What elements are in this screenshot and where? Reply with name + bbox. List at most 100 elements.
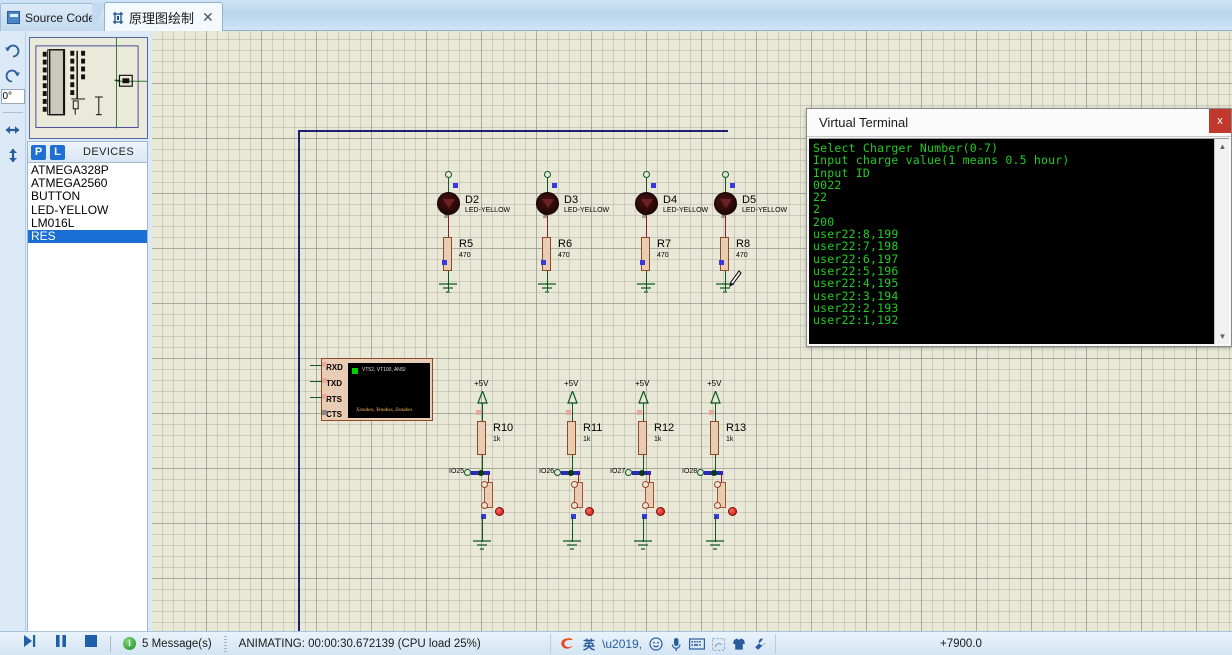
tab-schematic[interactable]: 原理图绘制 ✕ (104, 2, 223, 32)
message-status[interactable]: i 5 Message(s) (123, 637, 212, 650)
sogou-logo-icon[interactable] (559, 636, 576, 653)
terminal-pin-icon[interactable] (544, 171, 551, 178)
devices-list[interactable]: ATMEGA328P ATMEGA2560 BUTTON LED-YELLOW LM01… (27, 163, 148, 655)
voice-input-icon[interactable] (670, 637, 682, 652)
terminal-pin-icon[interactable] (643, 171, 650, 178)
handwriting-icon[interactable] (712, 637, 725, 651)
button-press-indicator[interactable] (728, 507, 737, 516)
terminal-pin-icon[interactable] (697, 469, 704, 476)
resistor-ref-label: R6 (558, 238, 573, 250)
connection-pad (566, 410, 571, 415)
resistor-ref-label: R11 (583, 422, 603, 434)
close-icon[interactable]: x (1209, 109, 1231, 133)
led-resistor-wire (725, 215, 726, 237)
soft-keyboard-icon[interactable] (689, 638, 706, 650)
tab-label: 原理图绘制 (129, 10, 195, 26)
device-list-item[interactable]: BUTTON (28, 190, 147, 203)
vt-terminal-body[interactable]: Select Charger Number(0-7) Input charge … (809, 138, 1229, 344)
resistor-symbol[interactable] (710, 421, 719, 455)
wire-junction (478, 470, 484, 476)
skin-icon[interactable] (732, 637, 746, 651)
virtual-terminal-component[interactable]: VT52, VT100, ANSI Xenakes, Yenakes, Zena… (321, 358, 433, 421)
terminal-pin-icon[interactable] (554, 469, 561, 476)
rotate-counterclockwise-button[interactable] (2, 64, 24, 86)
coordinate-readout: +7900.0 (940, 637, 982, 650)
pick-device-button[interactable]: P (31, 144, 46, 160)
led-ref-label: D4 (663, 194, 678, 206)
resistor-value-label: 470 (736, 252, 748, 259)
mirror-horizontal-button[interactable] (2, 119, 24, 141)
device-list-item[interactable]: LED-YELLOW (28, 203, 147, 217)
resistor-symbol[interactable] (542, 237, 551, 271)
button-press-indicator[interactable] (495, 507, 504, 516)
vt-led-icon (352, 368, 358, 374)
resistor-symbol[interactable] (720, 237, 729, 271)
tab-bar: Source Code ✕ 原理图绘制 ✕ (0, 0, 1232, 32)
button-contact-top-icon (642, 481, 649, 488)
overview-panel[interactable] (29, 37, 148, 139)
source-code-icon (7, 11, 20, 24)
connection-pad (709, 410, 714, 415)
led-model-label: LED-YELLOW (663, 207, 709, 214)
resistor-symbol[interactable] (443, 237, 452, 271)
tab-label: Source Code (25, 10, 96, 25)
power-label: +5V (564, 379, 579, 388)
vt-scrollbar[interactable]: ▲ ▼ (1214, 139, 1229, 344)
virtual-terminal-window[interactable]: Virtual Terminal x Select Charger Number… (806, 108, 1232, 347)
terminal-pin-icon[interactable] (445, 171, 452, 178)
pause-button[interactable] (54, 634, 68, 653)
connection-pad (651, 183, 656, 188)
power-wire (482, 403, 483, 421)
device-list-item[interactable]: RES (28, 229, 147, 244)
stop-button[interactable] (84, 634, 98, 653)
mirror-horizontal-icon (6, 126, 19, 134)
button-press-indicator[interactable] (585, 507, 594, 516)
connection-pad (640, 260, 645, 265)
resistor-value-label: 470 (657, 252, 669, 259)
resistor-symbol[interactable] (567, 421, 576, 455)
vt-subtitle-label: Xenakes, Yenakes, Zenakes (356, 408, 413, 413)
power-label: +5V (635, 379, 650, 388)
mirror-vertical-button[interactable] (2, 144, 24, 166)
led-symbol[interactable] (714, 192, 737, 215)
ground-symbol (706, 540, 724, 550)
scroll-down-icon[interactable]: ▼ (1215, 329, 1229, 344)
ground-symbol (538, 283, 556, 293)
chinese-mode-icon[interactable]: 英 (583, 636, 595, 653)
vt-model-label: VT52, VT100, ANSI (362, 367, 406, 373)
tab-close-icon[interactable]: ✕ (202, 9, 214, 26)
simulation-controls (22, 634, 98, 653)
step-play-button[interactable] (22, 634, 38, 653)
tools-icon[interactable] (753, 637, 767, 651)
rotation-value-field[interactable]: 0° (0, 89, 25, 104)
emoji-icon[interactable] (649, 637, 663, 651)
net-label: IO28 (682, 468, 698, 475)
led-symbol[interactable] (536, 192, 559, 215)
wire-junction (711, 470, 717, 476)
resistor-value-label: 1k (654, 436, 662, 443)
ground-wire (482, 516, 483, 542)
ground-symbol (637, 283, 655, 293)
resistor-value-label: 470 (558, 252, 570, 259)
terminal-pin-icon[interactable] (625, 469, 632, 476)
net-label: IO25 (449, 468, 465, 475)
step-play-icon (24, 635, 36, 647)
vt-window-titlebar[interactable]: Virtual Terminal x (807, 109, 1231, 137)
resistor-symbol[interactable] (641, 237, 650, 271)
resistor-symbol[interactable] (477, 421, 486, 455)
resistor-symbol[interactable] (638, 421, 647, 455)
power-label: +5V (474, 379, 489, 388)
led-symbol[interactable] (437, 192, 460, 215)
led-symbol[interactable] (635, 192, 658, 215)
led-model-label: LED-YELLOW (564, 207, 610, 214)
rotate-clockwise-button[interactable] (2, 39, 24, 61)
terminal-pin-icon[interactable] (464, 469, 471, 476)
ime-toolbar[interactable]: 英 \u2019, (550, 634, 777, 654)
terminal-pin-icon[interactable] (722, 171, 729, 178)
scroll-up-icon[interactable]: ▲ (1215, 139, 1229, 154)
button-press-indicator[interactable] (656, 507, 665, 516)
punctuation-icon[interactable]: \u2019, (602, 637, 642, 651)
led-ref-label: D5 (742, 194, 757, 206)
button-contact-bottom-icon (571, 502, 578, 509)
library-button[interactable]: L (50, 144, 65, 160)
